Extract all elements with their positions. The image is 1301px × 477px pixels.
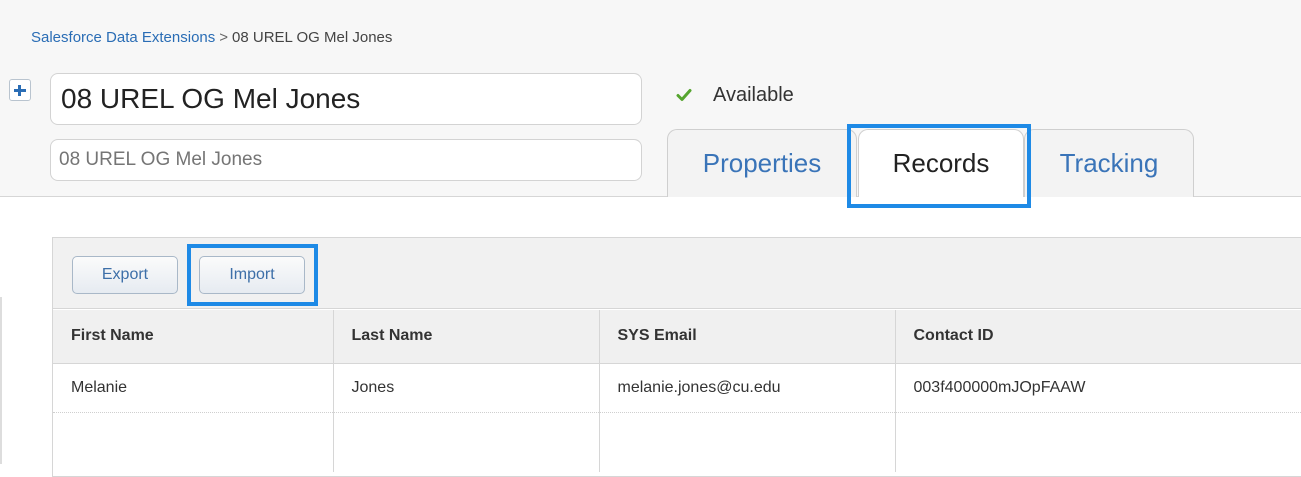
import-button[interactable]: Import bbox=[199, 256, 305, 294]
tab-records[interactable]: Records bbox=[858, 129, 1024, 197]
cell-contact-id: 003f400000mJOpFAAW bbox=[895, 363, 1301, 413]
breadcrumb-link-data-extensions[interactable]: Salesforce Data Extensions bbox=[31, 29, 215, 46]
export-button[interactable]: Export bbox=[72, 256, 178, 294]
records-table: First Name Last Name SYS Email Contact I… bbox=[53, 310, 1301, 472]
tab-properties[interactable]: Properties bbox=[667, 129, 857, 197]
cell-last-name: Jones bbox=[333, 363, 600, 413]
empty-cell bbox=[895, 412, 1301, 472]
column-header-sys-email[interactable]: SYS Email bbox=[599, 310, 896, 364]
name-input[interactable] bbox=[50, 73, 642, 125]
breadcrumb: Salesforce Data Extensions >08 UREL OG Me… bbox=[31, 29, 392, 46]
tab-tracking[interactable]: Tracking bbox=[1024, 129, 1194, 197]
description-input[interactable] bbox=[50, 139, 642, 181]
empty-cell bbox=[53, 412, 334, 472]
empty-cell bbox=[599, 412, 896, 472]
page-edge-divider bbox=[0, 297, 2, 464]
table-row-empty bbox=[53, 412, 1301, 472]
cell-sys-email: melanie.jones@cu.edu bbox=[599, 363, 896, 413]
check-icon bbox=[676, 87, 692, 103]
column-header-contact-id[interactable]: Contact ID bbox=[895, 310, 1301, 364]
column-header-first-name[interactable]: First Name bbox=[53, 310, 334, 364]
column-header-last-name[interactable]: Last Name bbox=[333, 310, 600, 364]
breadcrumb-current: 08 UREL OG Mel Jones bbox=[232, 29, 393, 46]
table-row[interactable]: Melanie Jones melanie.jones@cu.edu 003f4… bbox=[53, 363, 1301, 413]
plus-icon[interactable] bbox=[9, 79, 31, 101]
status-indicator: Available bbox=[676, 80, 794, 110]
breadcrumb-separator: > bbox=[219, 29, 229, 46]
empty-cell bbox=[333, 412, 600, 472]
cell-first-name: Melanie bbox=[53, 363, 334, 413]
table-header-row: First Name Last Name SYS Email Contact I… bbox=[53, 310, 1301, 364]
status-text: Available bbox=[713, 83, 794, 106]
